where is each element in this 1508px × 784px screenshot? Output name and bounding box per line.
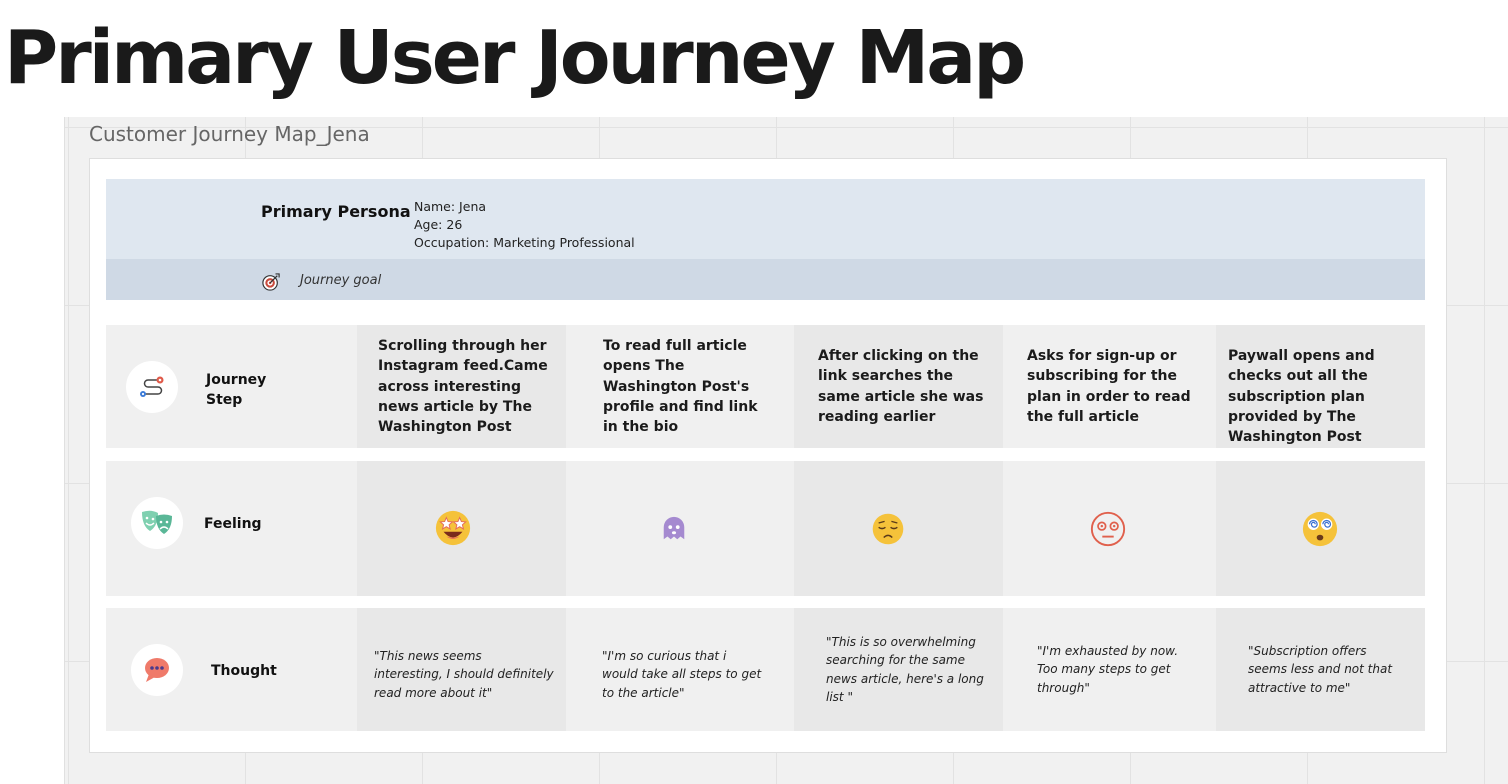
thought-text: "I'm so curious that i would take all st…: [602, 649, 762, 700]
thought-text: "Subscription offers seems less and not …: [1248, 644, 1393, 695]
row-label-feeling: Feeling: [204, 516, 262, 532]
journey-goal-label: Journey goal: [300, 273, 382, 288]
flushed-outline-emoji-icon: [1090, 511, 1126, 547]
step-text: Asks for sign-up or subscribing for the …: [1027, 348, 1191, 425]
speech-bubble-icon: [131, 644, 183, 696]
persona-title: Primary Persona: [261, 202, 411, 221]
theater-masks-icon: [131, 497, 183, 549]
thought-text: "I'm exhausted by now. Too many steps to…: [1037, 644, 1179, 695]
thought-text: "This is so overwhelming searching for t…: [826, 635, 984, 704]
weary-emoji-icon: [872, 513, 904, 545]
row-label-journey-step: Journey Step: [206, 372, 267, 408]
route-icon: [126, 361, 178, 413]
star-struck-emoji-icon: [435, 510, 471, 546]
step-text: Scrolling through her Instagram feed.Cam…: [378, 338, 548, 436]
persona-name: Name: Jena: [414, 199, 487, 214]
persona-details: Name: Jena Age: 26 Occupation: Marketing…: [414, 198, 635, 252]
frame-label[interactable]: Customer Journey Map_Jena: [89, 122, 370, 146]
dizzy-face-emoji-icon: [1302, 511, 1338, 547]
target-icon: [262, 273, 280, 291]
persona-occupation: Occupation: Marketing Professional: [414, 235, 635, 250]
thought-text: "This news seems interesting, I should d…: [374, 649, 554, 700]
persona-age: Age: 26: [414, 217, 463, 232]
step-text: Paywall opens and checks out all the sub…: [1228, 348, 1375, 446]
ghost-emoji-icon: [663, 516, 685, 540]
step-text: To read full article opens The Washingto…: [603, 338, 758, 436]
step-text: After clicking on the link searches the …: [818, 348, 984, 425]
row-label-thought: Thought: [211, 663, 277, 679]
page-title: Primary User Journey Map: [4, 15, 1026, 101]
